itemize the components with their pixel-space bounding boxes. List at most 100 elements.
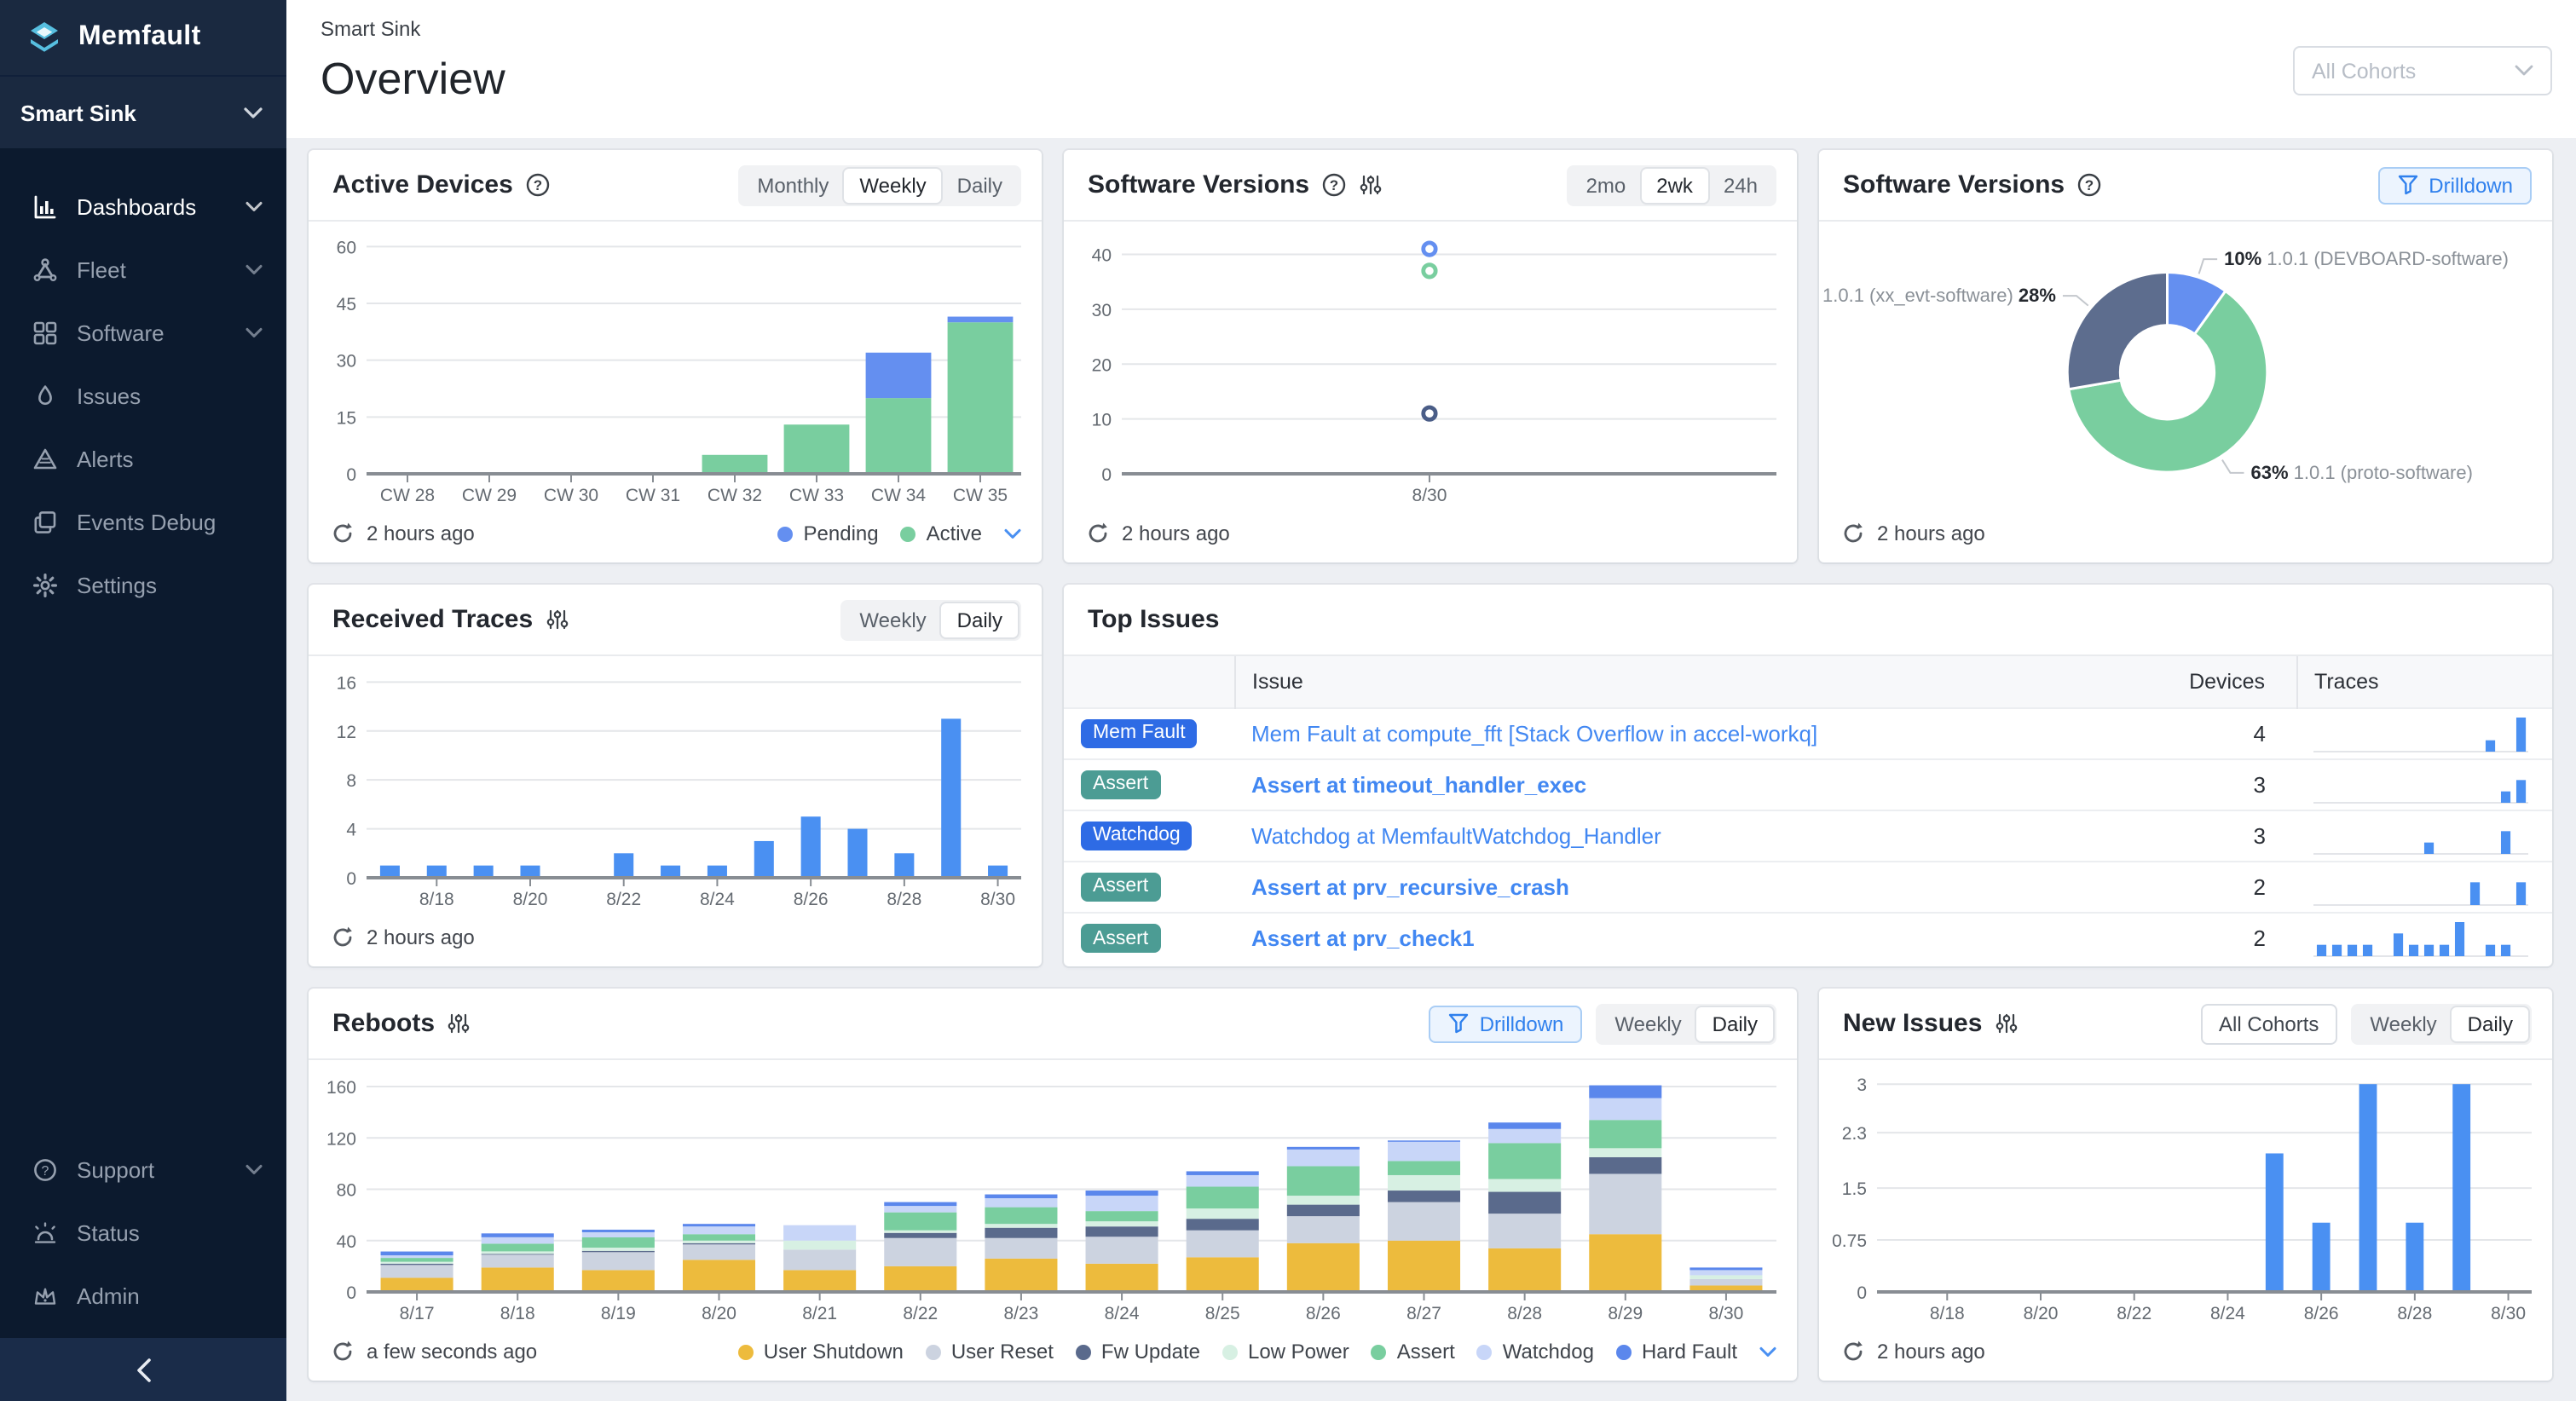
svg-text:8/29: 8/29 [1608,1304,1643,1323]
sidebar-item-label: Settings [77,573,263,598]
sliders-icon[interactable] [545,607,569,632]
svg-text:40: 40 [337,1232,356,1252]
legend-item[interactable]: Active [901,522,982,545]
project-selector[interactable]: Smart Sink [0,75,286,148]
svg-text:0: 0 [1101,465,1112,485]
refresh-icon[interactable] [331,925,355,949]
logo[interactable]: Memfault [0,0,286,75]
legend-item[interactable]: Assert [1372,1340,1455,1364]
legend-label: Fw Update [1101,1340,1200,1364]
sidebar-item-software[interactable]: Software [0,302,286,365]
sidebar-item-admin[interactable]: Admin [0,1265,286,1328]
svg-text:8/27: 8/27 [1406,1304,1441,1323]
issue-link[interactable]: Mem Fault at compute_fft [Stack Overflow… [1251,720,1817,746]
sidebar-item-settings[interactable]: Settings [0,554,286,617]
reboots-chart: 040801201608/178/188/198/208/218/228/238… [309,1060,1797,1329]
legend-item[interactable]: Fw Update [1076,1340,1200,1364]
chevron-down-icon [245,1164,263,1176]
svg-text:0: 0 [346,465,356,485]
svg-text:?: ? [42,1164,49,1179]
legend-expand-chevron-icon[interactable] [1004,528,1021,539]
drilldown-button[interactable]: Drilldown [2377,166,2532,204]
svg-text:CW 31: CW 31 [626,486,680,505]
svg-text:8/30: 8/30 [1412,486,1447,505]
sidebar-collapse-button[interactable] [0,1338,286,1401]
collapse-left-icon [136,1358,151,1381]
svg-text:4: 4 [346,821,356,840]
legend-item[interactable]: User Shutdown [738,1340,904,1364]
toggle-weekly[interactable]: Weekly [1599,1006,1696,1041]
chevron-down-icon [245,327,263,339]
refresh-icon[interactable] [1841,522,1865,545]
issue-link[interactable]: Assert at prv_check1 [1251,925,1475,951]
help-icon[interactable]: ? [2076,172,2102,198]
legend-dot-icon [1076,1344,1091,1359]
toggle-daily[interactable]: Daily [942,602,1018,637]
toggle-weekly[interactable]: Weekly [844,602,941,637]
issue-link[interactable]: Watchdog at MemfaultWatchdog_Handler [1251,822,1661,848]
legend-label: Watchdog [1503,1340,1594,1364]
svg-text:CW 30: CW 30 [544,486,598,505]
cohorts-filter-button[interactable]: All Cohorts [2200,1003,2337,1044]
sidebar-item-status[interactable]: Status [0,1202,286,1265]
column-header-devices[interactable]: Devices [2143,656,2296,707]
sliders-icon[interactable] [447,1011,471,1036]
refresh-icon[interactable] [331,522,355,545]
sidebar-item-issues[interactable]: Issues [0,365,286,428]
legend-item[interactable]: Pending [778,522,879,545]
traces-sparkline [2313,815,2528,856]
column-header-traces[interactable]: Traces [2296,656,2552,707]
cohorts-dropdown[interactable]: All Cohorts [2293,46,2552,95]
table-header-row: Issue Devices Traces [1064,656,2552,707]
refresh-icon[interactable] [1841,1340,1865,1364]
legend-item[interactable]: Hard Fault [1616,1340,1737,1364]
svg-text:?: ? [2085,177,2094,193]
issue-link[interactable]: Assert at prv_recursive_crash [1251,873,1569,899]
card-title: Software Versions ? [1843,170,2102,199]
legend-label: User Shutdown [764,1340,904,1364]
last-updated: 2 hours ago [1122,522,1230,545]
devices-count: 2 [2143,912,2296,963]
toggle-daily[interactable]: Daily [942,168,1018,202]
card-active-devices: Active Devices ? MonthlyWeeklyDaily 0153… [309,150,1042,562]
legend-expand-chevron-icon[interactable] [1759,1346,1776,1358]
period-toggle: 2mo2wk24h [1568,164,1776,205]
toggle-daily[interactable]: Daily [2452,1006,2528,1041]
sidebar-item-support[interactable]: ?Support [0,1139,286,1202]
legend-item[interactable]: Watchdog [1477,1340,1594,1364]
svg-text:120: 120 [326,1129,356,1149]
column-header-issue[interactable]: Issue [1234,656,2143,707]
refresh-icon[interactable] [331,1340,355,1364]
sliders-icon[interactable] [1994,1011,2018,1036]
devices-count: 3 [2143,810,2296,861]
sidebar-item-fleet[interactable]: Fleet [0,239,286,302]
funnel-icon [2396,174,2418,196]
toggle-2mo[interactable]: 2mo [1571,168,1642,202]
chevron-down-icon [245,201,263,213]
breadcrumb[interactable]: Smart Sink [321,17,2552,41]
drilldown-button[interactable]: Drilldown [1429,1005,1583,1042]
svg-text:8/28: 8/28 [887,890,921,909]
toggle-weekly[interactable]: Weekly [2354,1006,2452,1041]
chevron-down-icon [244,107,263,118]
chart-legend: Pending Active [778,522,1021,545]
toggle-24h[interactable]: 24h [1708,168,1773,202]
toggle-weekly[interactable]: Weekly [844,168,941,202]
toggle-monthly[interactable]: Monthly [742,168,844,202]
help-icon[interactable]: ? [1321,172,1347,198]
toggle-daily[interactable]: Daily [1697,1006,1773,1041]
help-icon[interactable]: ? [525,172,551,198]
active-devices-chart: 015304560CW 28CW 29CW 30CW 31CW 32CW 33C… [309,222,1042,511]
sidebar-item-dashboards[interactable]: Dashboards [0,176,286,239]
issue-link[interactable]: Assert at timeout_handler_exec [1251,771,1586,797]
svg-text:1.5: 1.5 [1842,1179,1867,1199]
legend-item[interactable]: User Reset [926,1340,1054,1364]
sliders-icon[interactable] [1359,172,1383,198]
svg-text:8/20: 8/20 [702,1304,736,1323]
sidebar-item-alerts[interactable]: Alerts [0,428,286,491]
svg-text:0.75: 0.75 [1832,1231,1867,1251]
legend-item[interactable]: Low Power [1222,1340,1349,1364]
toggle-2wk[interactable]: 2wk [1641,168,1708,202]
refresh-icon[interactable] [1086,522,1110,545]
sidebar-item-events-debug[interactable]: Events Debug [0,491,286,554]
